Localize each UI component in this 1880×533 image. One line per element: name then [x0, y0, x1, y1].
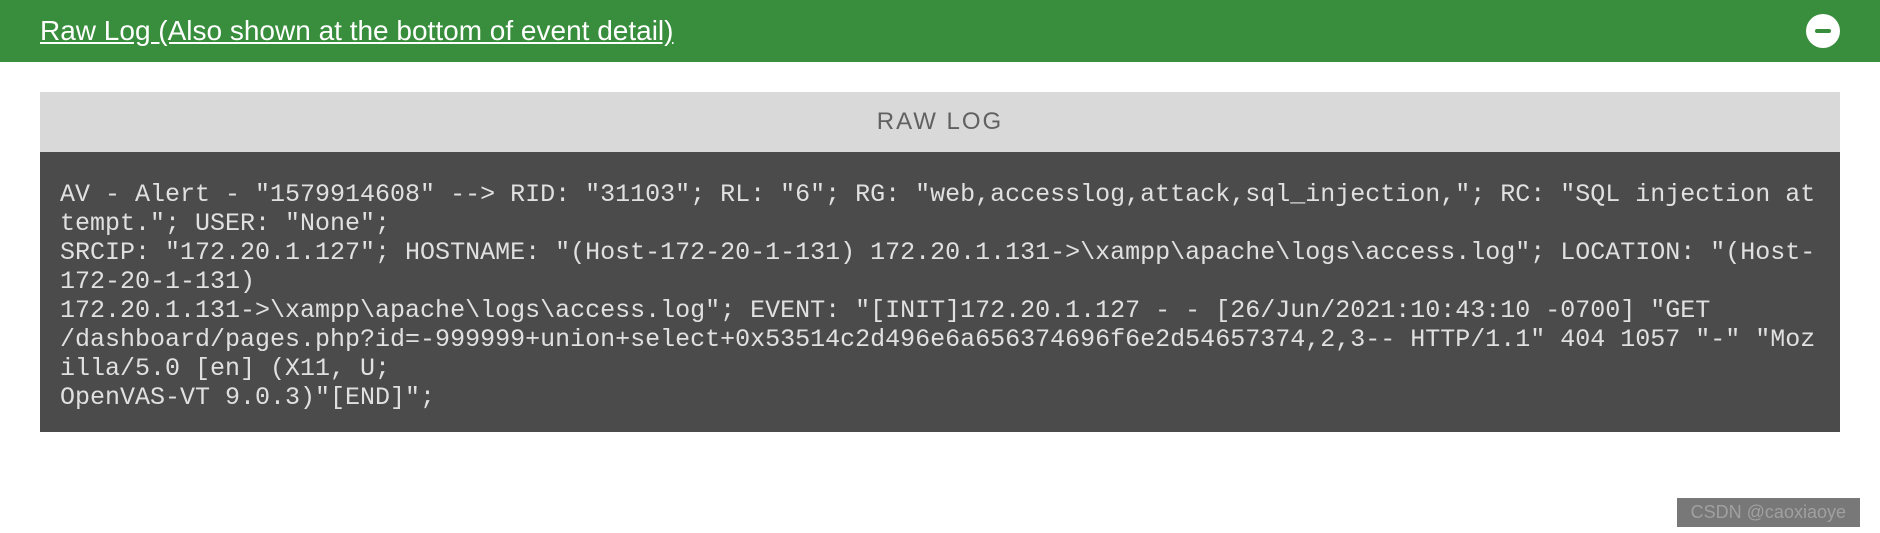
panel-container: RAW LOG AV - Alert - "1579914608" --> RI…: [0, 62, 1880, 432]
collapse-button[interactable]: [1806, 14, 1840, 48]
section-title-link[interactable]: Raw Log (Also shown at the bottom of eve…: [40, 15, 673, 47]
watermark-text: CSDN @caoxiaoye: [1677, 498, 1860, 527]
raw-log-content: AV - Alert - "1579914608" --> RID: "3110…: [40, 152, 1840, 432]
panel-title: RAW LOG: [40, 92, 1840, 152]
section-header: Raw Log (Also shown at the bottom of eve…: [0, 0, 1880, 62]
raw-log-section: Raw Log (Also shown at the bottom of eve…: [0, 0, 1880, 533]
